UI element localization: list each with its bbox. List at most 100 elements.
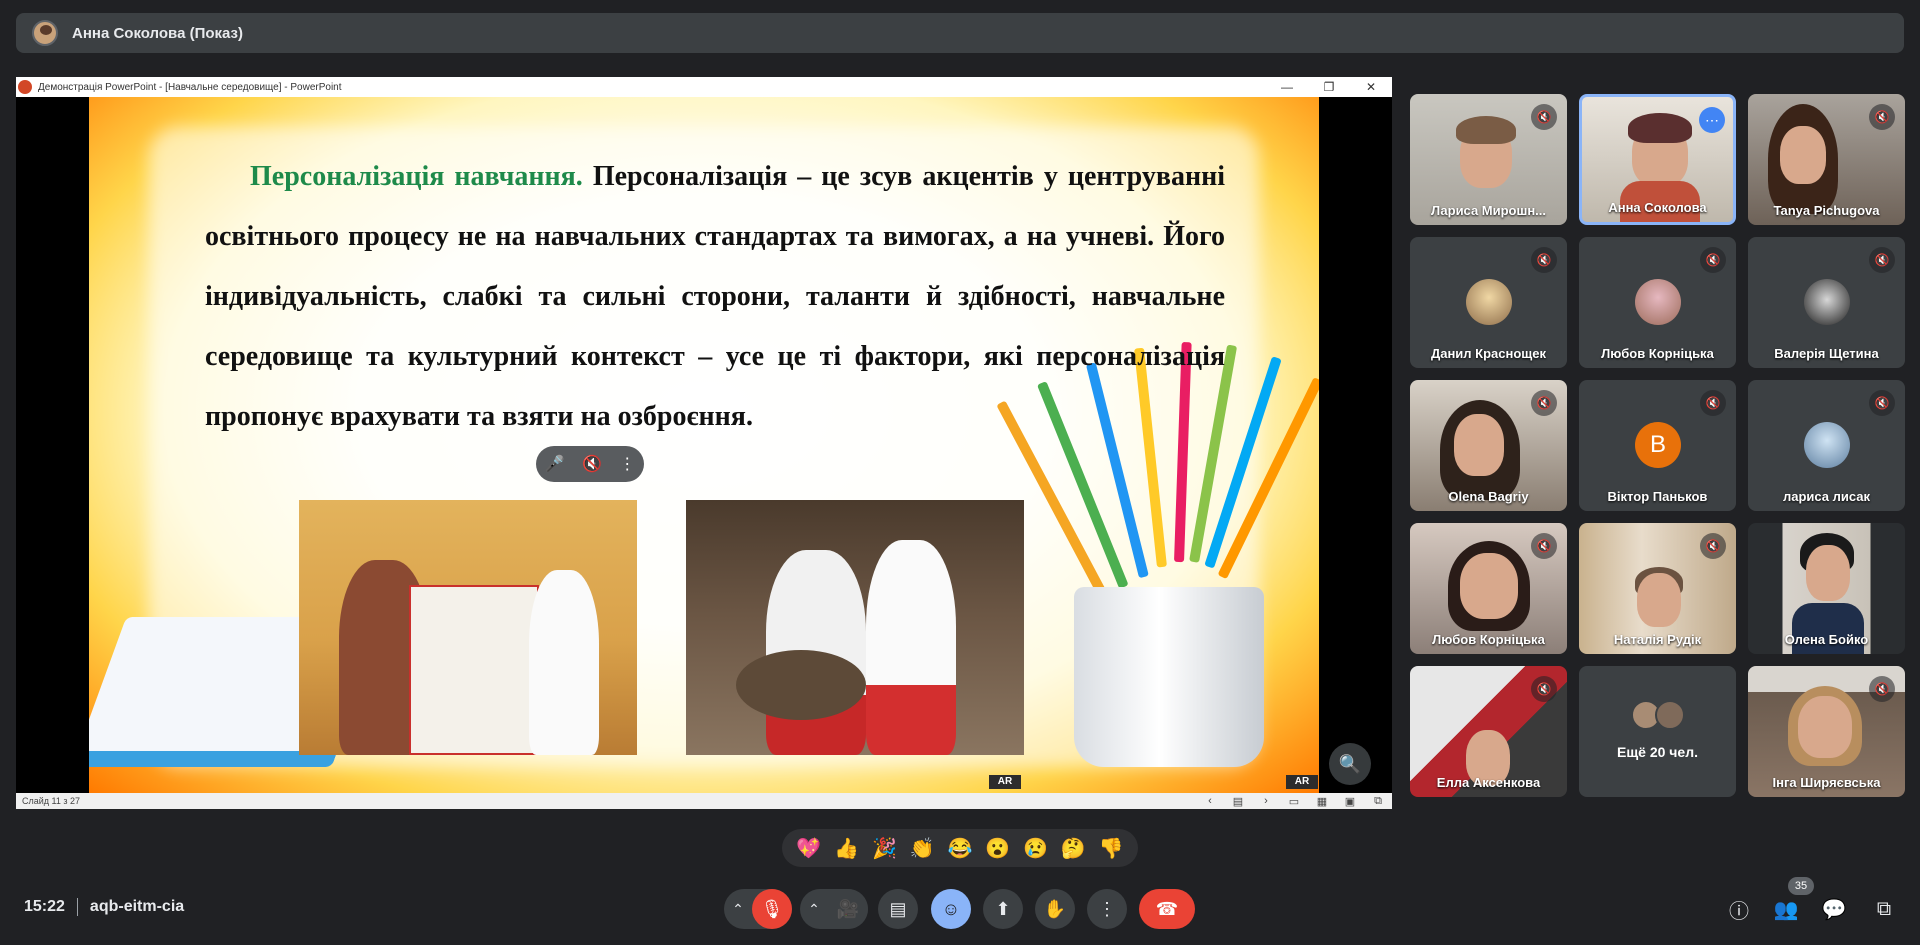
captions-button[interactable]: ▤	[878, 889, 918, 929]
ar-logo: AR	[989, 775, 1021, 789]
participant-tile[interactable]: 🔇 Olena Bagriy	[1410, 380, 1567, 511]
reaction-thumbs-up[interactable]: 👍	[831, 836, 863, 861]
slide-menu-icon[interactable]: ▤	[1224, 795, 1252, 808]
presenter-name: Анна Соколова (Показ)	[72, 24, 244, 42]
slideshow-view-icon[interactable]: ⧉	[1364, 795, 1392, 808]
slide-photo-costumes	[686, 500, 1024, 755]
mic-off-icon: 🔇	[1869, 676, 1895, 702]
powerpoint-logo-icon	[18, 80, 32, 94]
presenter-floating-controls: 🎤 🔇 ⋮	[536, 446, 644, 482]
leave-call-button[interactable]: ☎	[1139, 889, 1195, 929]
divider	[76, 898, 78, 916]
participant-tile[interactable]: 🔇 Наталія Рудік	[1579, 523, 1736, 654]
participant-name: Інга Ширяєвська	[1772, 775, 1881, 790]
participant-tile[interactable]: 🔇 Інга Ширяєвська	[1748, 666, 1905, 797]
slide-counter: Слайд 11 з 27	[22, 796, 81, 806]
reading-view-icon[interactable]: ▣	[1336, 795, 1364, 808]
sorter-view-icon[interactable]: ▦	[1308, 795, 1336, 808]
slide: Персоналізація навчання. Персоналізація …	[89, 97, 1319, 793]
more-options-icon[interactable]: ⋮	[619, 454, 635, 474]
reaction-laugh[interactable]: 😂	[944, 836, 976, 861]
participant-tile[interactable]: 🔇 Данил Краснощек	[1410, 237, 1567, 368]
mic-off-icon: 🔇	[1700, 247, 1726, 273]
mic-off-icon: 🔇	[1531, 247, 1557, 273]
participant-tile[interactable]: 🔇 лариса лисак	[1748, 380, 1905, 511]
people-icon[interactable]: 👥	[1772, 895, 1800, 923]
close-icon[interactable]: ✕	[1350, 77, 1392, 97]
normal-view-icon[interactable]: ▭	[1280, 795, 1308, 808]
reaction-surprised[interactable]: 😮	[982, 836, 1014, 861]
participant-name: Елла Аксенкова	[1436, 775, 1541, 790]
meeting-details-icon[interactable]: ⓘ	[1725, 895, 1753, 923]
slide-photo-towels	[299, 500, 637, 755]
participant-name: Лариса Мирошн...	[1430, 203, 1547, 218]
slide-text: Персоналізація навчання. Персоналізація …	[205, 147, 1225, 447]
participant-tile[interactable]: В 🔇 Віктор Паньков	[1579, 380, 1736, 511]
prev-slide-icon[interactable]: ‹	[1196, 795, 1224, 807]
camera-toggle-button[interactable]: 🎥	[828, 889, 868, 929]
participant-name: Любов Корніцька	[1601, 346, 1714, 361]
chat-icon[interactable]: 💬	[1820, 895, 1848, 923]
participant-tile[interactable]: 🔇 Елла Аксенкова	[1410, 666, 1567, 797]
participant-tile[interactable]: 🔇 Любов Корніцька	[1410, 523, 1567, 654]
participant-tile[interactable]: ⋯ Анна Соколова	[1579, 94, 1736, 225]
presentation-window: Демонстрація PowerPoint - [Навчальне сер…	[16, 77, 1392, 809]
meeting-time: 15:22	[24, 898, 65, 915]
mic-off-icon: 🔇	[1869, 390, 1895, 416]
participant-tile[interactable]: 🔇 Валерія Щетина	[1748, 237, 1905, 368]
mic-off-icon: 🔇	[1531, 104, 1557, 130]
next-slide-icon[interactable]: ›	[1252, 795, 1280, 807]
emoji-button[interactable]: ☺	[931, 889, 971, 929]
mic-off-icon: 🔇	[1700, 390, 1726, 416]
mic-off-icon: 🔇	[1531, 676, 1557, 702]
reaction-sad[interactable]: 😢	[1019, 836, 1051, 861]
reaction-thumbs-down[interactable]: 👎	[1095, 836, 1127, 861]
corner-logo: AR	[1286, 775, 1318, 789]
mic-toggle-button[interactable]: 🎙	[752, 889, 792, 929]
camera-options-caret-icon[interactable]: ⌃	[800, 901, 828, 918]
restore-icon[interactable]: ❐	[1308, 77, 1350, 97]
reaction-heart[interactable]: 💖	[793, 836, 825, 861]
present-button[interactable]: ⬆	[983, 889, 1023, 929]
meeting-code: aqb-eitm-cia	[89, 898, 185, 915]
activities-icon[interactable]: ⧉	[1870, 895, 1898, 923]
mic-off-icon: 🔇	[1869, 247, 1895, 273]
mic-off-icon[interactable]: 🎤	[545, 454, 565, 474]
reactions-bar: 💖 👍 🎉 👏 😂 😮 😢 🤔 👎	[782, 829, 1138, 867]
speaker-off-icon[interactable]: 🔇	[582, 454, 602, 474]
avatar: В	[1635, 422, 1681, 468]
participant-name: Анна Соколова	[1608, 200, 1707, 215]
participant-tile[interactable]: Олена Бойко	[1748, 523, 1905, 654]
participant-tile[interactable]: 🔇 Лариса Мирошн...	[1410, 94, 1567, 225]
reaction-clap[interactable]: 👏	[906, 836, 938, 861]
presenter-bar: Анна Соколова (Показ)	[16, 13, 1904, 53]
mic-options-caret-icon[interactable]: ⌃	[724, 901, 752, 918]
presenter-avatar	[32, 20, 58, 46]
participant-name: Валерія Щетина	[1774, 346, 1879, 361]
avatar	[1804, 279, 1850, 325]
more-options-button[interactable]: ⋮	[1087, 889, 1127, 929]
slide-heading: Персоналізація навчання.	[250, 161, 583, 192]
avatar	[1466, 279, 1512, 325]
slide-area: Персоналізація навчання. Персоналізація …	[16, 97, 1392, 793]
meeting-info: 15:22 aqb-eitm-cia	[24, 898, 184, 916]
raise-hand-button[interactable]: ✋	[1035, 889, 1075, 929]
participant-name: лариса лисак	[1782, 489, 1871, 504]
mic-off-icon: 🔇	[1869, 104, 1895, 130]
reaction-party[interactable]: 🎉	[868, 836, 900, 861]
avatar	[1804, 422, 1850, 468]
more-participants-tile[interactable]: Ещё 20 чел.	[1579, 666, 1736, 797]
participant-name: Віктор Паньков	[1607, 489, 1708, 504]
reaction-thinking[interactable]: 🤔	[1057, 836, 1089, 861]
avatar	[1635, 279, 1681, 325]
minimize-icon[interactable]: —	[1266, 77, 1308, 97]
ppt-statusbar: Слайд 11 з 27 ‹ ▤ › ▭ ▦ ▣ ⧉	[16, 793, 1392, 809]
participant-tile[interactable]: 🔇 Tanya Pichugova	[1748, 94, 1905, 225]
zoom-button[interactable]: 🔍	[1329, 743, 1371, 785]
participant-tile[interactable]: 🔇 Любов Корніцька	[1579, 237, 1736, 368]
ppt-titlebar: Демонстрація PowerPoint - [Навчальне сер…	[16, 77, 1392, 97]
more-options-icon[interactable]: ⋯	[1699, 107, 1725, 133]
mic-control-group: ⌃ 🎙	[724, 889, 792, 929]
mic-off-icon: 🔇	[1531, 533, 1557, 559]
more-participants-avatars	[1631, 700, 1687, 730]
